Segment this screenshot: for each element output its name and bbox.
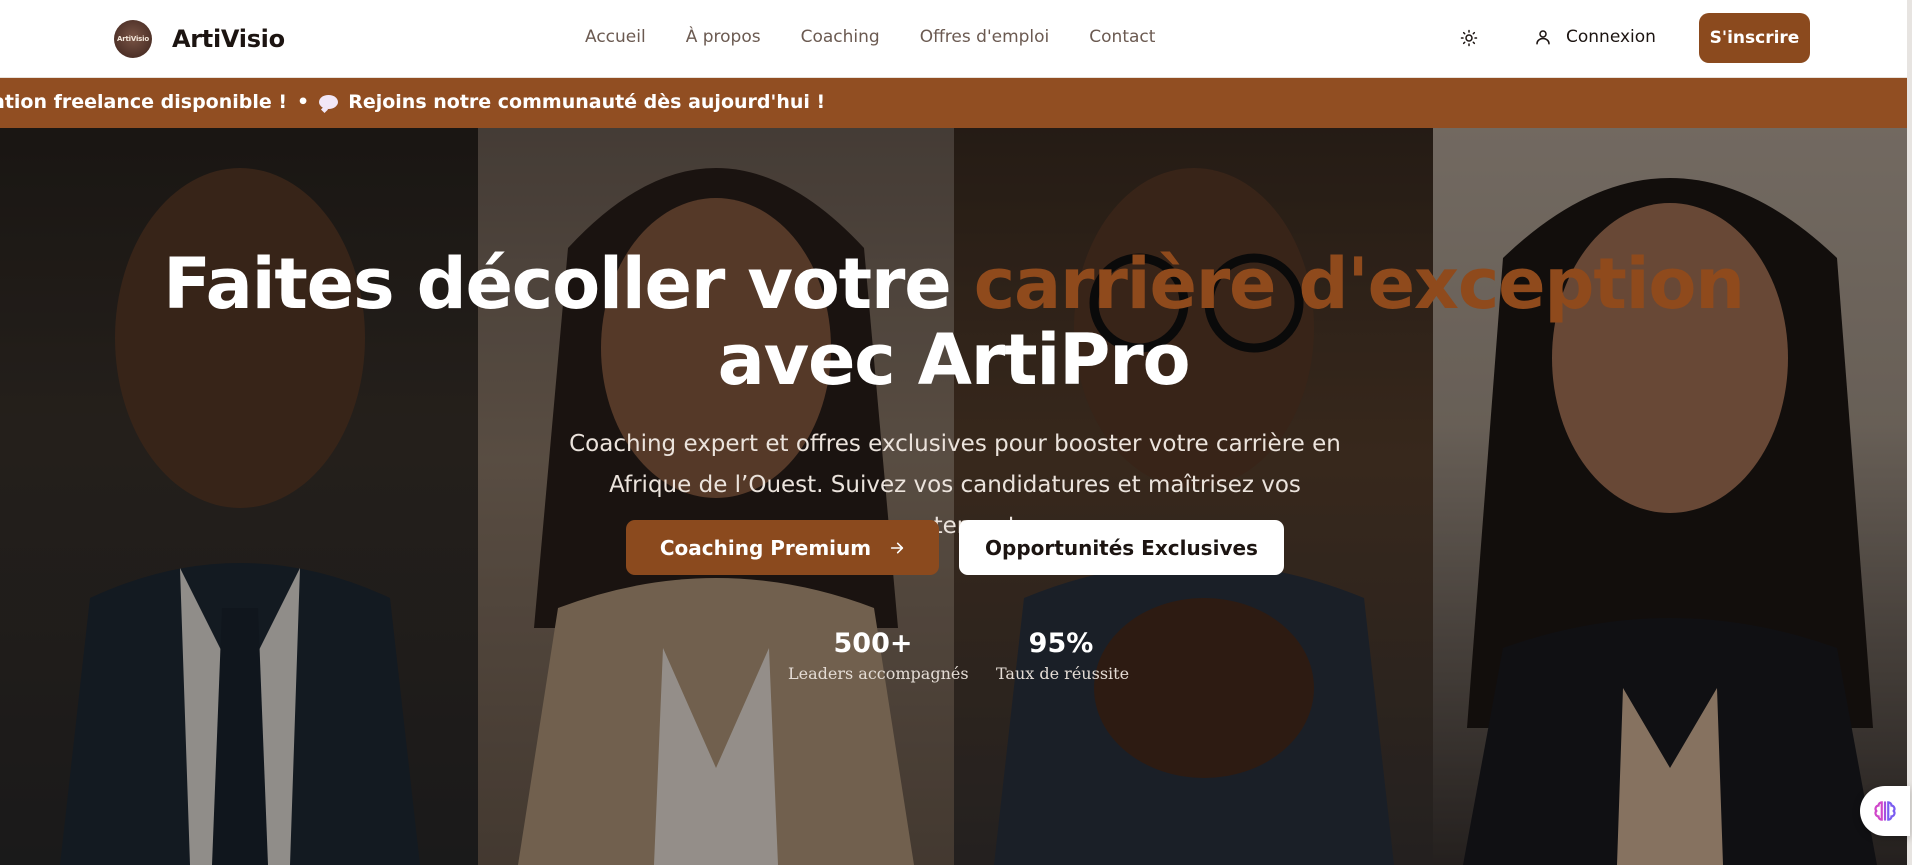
nav-link-contact[interactable]: Contact bbox=[1089, 27, 1155, 47]
stat-leaders: 500+ Leaders accompagnés bbox=[788, 628, 969, 683]
nav-link-coaching[interactable]: Coaching bbox=[801, 27, 880, 47]
brand-logo: ArtiVisio bbox=[114, 20, 152, 58]
hero-title-part-1: Faites décoller votre bbox=[163, 243, 952, 325]
ticker-item: ation freelance disponible ! bbox=[0, 91, 288, 113]
stat-value: 500+ bbox=[833, 628, 913, 659]
theme-toggle-button[interactable] bbox=[1458, 27, 1480, 49]
speech-bubble-icon bbox=[319, 95, 339, 109]
opportunites-exclusives-button[interactable]: Opportunités Exclusives bbox=[959, 520, 1284, 575]
top-navbar: ArtiVisio ArtiVisio Accueil À propos Coa… bbox=[0, 0, 1912, 78]
login-button[interactable]: Connexion bbox=[1534, 27, 1656, 47]
stat-label: Leaders accompagnés bbox=[788, 664, 969, 683]
main-nav: Accueil À propos Coaching Offres d'emplo… bbox=[585, 27, 1195, 47]
nav-link-offres-emploi[interactable]: Offres d'emploi bbox=[920, 27, 1050, 47]
ticker-item: Rejoins notre communauté dès aujourd'hui… bbox=[348, 91, 826, 113]
announcement-ticker: ation freelance disponible ! • Rejoins n… bbox=[0, 78, 1907, 128]
brand-name: ArtiVisio bbox=[172, 25, 285, 53]
hero-title-part-2: avec ArtiPro bbox=[717, 319, 1191, 401]
signup-button[interactable]: S'inscrire bbox=[1699, 13, 1810, 63]
coaching-premium-button[interactable]: Coaching Premium bbox=[626, 520, 939, 575]
coaching-premium-label: Coaching Premium bbox=[659, 535, 872, 560]
brain-icon bbox=[1874, 801, 1896, 821]
hero-section: Faites décoller votre carrière d'excepti… bbox=[0, 128, 1907, 865]
arrow-right-icon bbox=[889, 540, 905, 556]
nav-link-a-propos[interactable]: À propos bbox=[686, 27, 761, 47]
nav-link-accueil[interactable]: Accueil bbox=[585, 27, 646, 47]
sun-icon bbox=[1460, 29, 1478, 47]
ticker-separator: • bbox=[297, 91, 310, 113]
hero-title-accent: carrière d'exception bbox=[973, 243, 1745, 325]
hero-title: Faites décoller votre carrière d'excepti… bbox=[0, 246, 1907, 398]
ticker-track: ation freelance disponible ! • Rejoins n… bbox=[0, 91, 825, 113]
ai-assistant-button[interactable] bbox=[1860, 786, 1910, 836]
user-icon bbox=[1536, 30, 1550, 45]
stat-value: 95% bbox=[1028, 628, 1094, 659]
page-scrollbar[interactable] bbox=[1907, 0, 1912, 865]
brand-home-link[interactable]: ArtiVisio ArtiVisio bbox=[114, 20, 285, 58]
stat-label: Taux de réussite bbox=[996, 664, 1130, 683]
stat-success-rate: 95% Taux de réussite bbox=[996, 628, 1130, 683]
login-label: Connexion bbox=[1566, 27, 1656, 47]
